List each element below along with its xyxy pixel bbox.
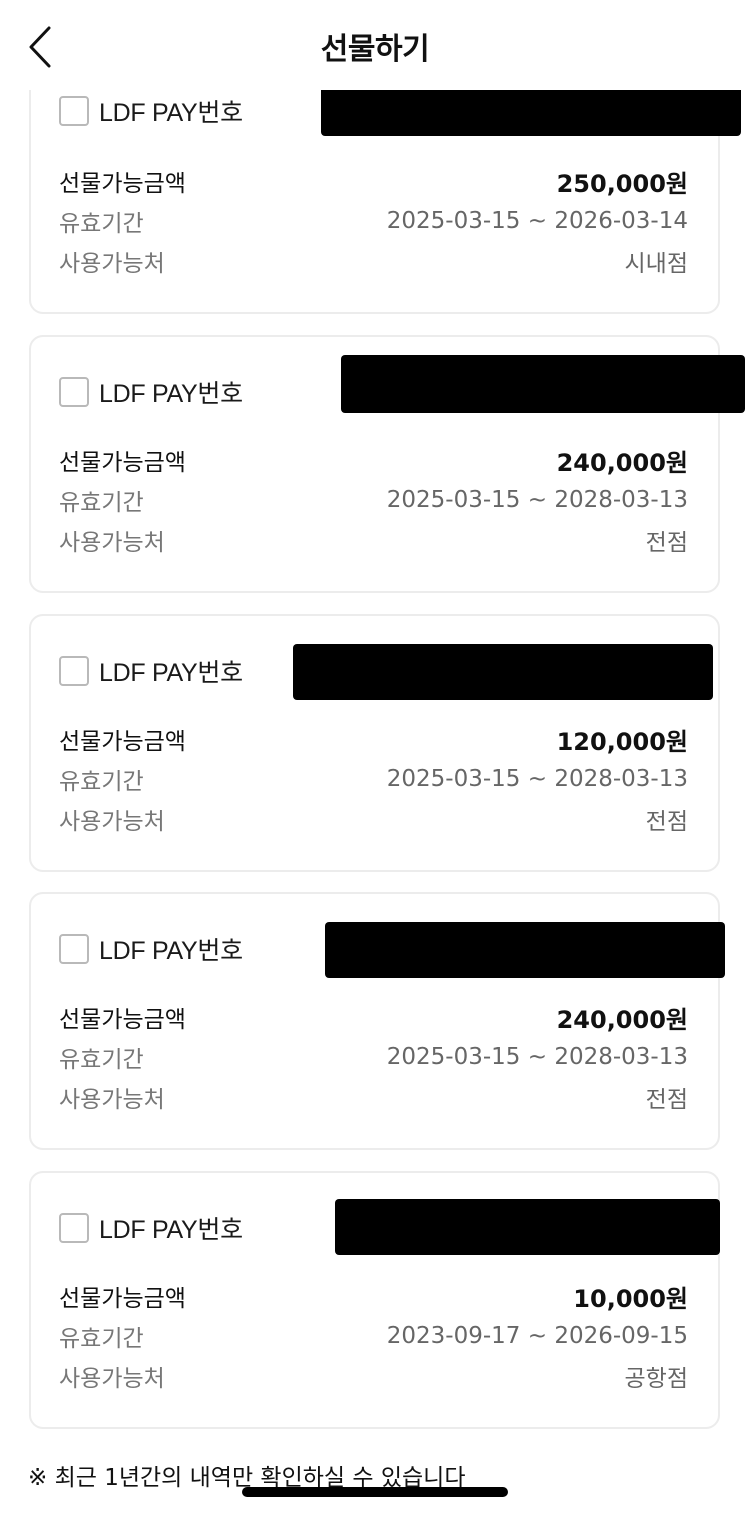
- amount-label: 선물가능금액: [59, 171, 186, 197]
- amount-row: 선물가능금액 120,000원: [59, 724, 688, 756]
- validity-label: 유효기간: [59, 1047, 144, 1073]
- top-bar: 선물하기: [0, 0, 750, 90]
- card-checkbox[interactable]: [59, 1213, 89, 1243]
- validity-row: 유효기간 2025-03-15 ~ 2028-03-13: [59, 764, 688, 795]
- amount-row: 선물가능금액 250,000원: [59, 166, 688, 198]
- gift-card-5: LDF PAY번호 선물가능금액 10,000원 유효기간 2023-09-17…: [29, 1171, 720, 1429]
- usable-row: 사용가능처 시내점: [59, 246, 688, 277]
- validity-value: 2023-09-17 ~ 2026-09-15: [386, 1323, 688, 1349]
- validity-label: 유효기간: [59, 211, 144, 237]
- amount-row: 선물가능금액 240,000원: [59, 445, 688, 477]
- redacted-pay-number: [325, 922, 725, 978]
- usable-label: 사용가능처: [59, 809, 165, 835]
- gift-screen: 선물하기 LDF PAY번호 선물가능금액 250,000원 유효기간 2025…: [0, 0, 750, 1513]
- validity-label: 유효기간: [59, 490, 144, 516]
- validity-label: 유효기간: [59, 769, 144, 795]
- usable-row: 사용가능처 전점: [59, 525, 688, 556]
- gift-card-2: LDF PAY번호 선물가능금액 240,000원 유효기간 2025-03-1…: [29, 335, 745, 593]
- card-header: LDF PAY번호: [59, 375, 243, 409]
- usable-value: 전점: [645, 1087, 688, 1113]
- validity-value: 2025-03-15 ~ 2028-03-13: [386, 1044, 688, 1070]
- card-header: LDF PAY번호: [59, 654, 243, 688]
- amount-value: 250,000원: [556, 169, 688, 198]
- pay-number-label: LDF PAY번호: [99, 659, 243, 687]
- pay-number-label: LDF PAY번호: [99, 380, 243, 408]
- amount-label: 선물가능금액: [59, 729, 186, 755]
- usable-row: 사용가능처 전점: [59, 1082, 688, 1113]
- validity-value: 2025-03-15 ~ 2026-03-14: [386, 208, 688, 234]
- pay-number-label: LDF PAY번호: [99, 99, 243, 127]
- usable-label: 사용가능처: [59, 1366, 165, 1392]
- amount-value: 120,000원: [556, 727, 688, 756]
- validity-row: 유효기간 2023-09-17 ~ 2026-09-15: [59, 1321, 688, 1352]
- page-title: 선물하기: [320, 32, 430, 67]
- pay-number-label: LDF PAY번호: [99, 937, 243, 965]
- amount-row: 선물가능금액 240,000원: [59, 1002, 688, 1034]
- usable-row: 사용가능처 공항점: [59, 1361, 688, 1392]
- card-header: LDF PAY번호: [59, 932, 243, 966]
- usable-label: 사용가능처: [59, 1087, 165, 1113]
- redacted-pay-number: [341, 355, 745, 413]
- amount-row: 선물가능금액 10,000원: [59, 1281, 688, 1313]
- card-checkbox[interactable]: [59, 377, 89, 407]
- validity-value: 2025-03-15 ~ 2028-03-13: [386, 487, 688, 513]
- pay-number-label: LDF PAY번호: [99, 1216, 243, 1244]
- gift-card-4: LDF PAY번호 선물가능금액 240,000원 유효기간 2025-03-1…: [29, 892, 725, 1150]
- card-header: LDF PAY번호: [59, 94, 243, 128]
- amount-value: 240,000원: [556, 1005, 688, 1034]
- usable-row: 사용가능처 전점: [59, 804, 688, 835]
- usable-value: 시내점: [624, 251, 688, 277]
- amount-label: 선물가능금액: [59, 1007, 186, 1033]
- amount-value: 240,000원: [556, 448, 688, 477]
- amount-label: 선물가능금액: [59, 1286, 186, 1312]
- card-header: LDF PAY번호: [59, 1211, 243, 1245]
- validity-row: 유효기간 2025-03-15 ~ 2028-03-13: [59, 1042, 688, 1073]
- usable-label: 사용가능처: [59, 530, 165, 556]
- redacted-pay-number: [335, 1199, 720, 1255]
- amount-value: 10,000원: [573, 1284, 688, 1313]
- card-checkbox[interactable]: [59, 934, 89, 964]
- card-checkbox[interactable]: [59, 656, 89, 686]
- usable-value: 전점: [645, 809, 688, 835]
- usable-value: 전점: [645, 530, 688, 556]
- redacted-pay-number: [293, 644, 713, 700]
- validity-row: 유효기간 2025-03-15 ~ 2026-03-14: [59, 206, 688, 237]
- usable-value: 공항점: [624, 1366, 688, 1392]
- validity-label: 유효기간: [59, 1326, 144, 1352]
- amount-label: 선물가능금액: [59, 450, 186, 476]
- validity-row: 유효기간 2025-03-15 ~ 2028-03-13: [59, 485, 688, 516]
- validity-value: 2025-03-15 ~ 2028-03-13: [386, 766, 688, 792]
- gift-card-3: LDF PAY번호 선물가능금액 120,000원 유효기간 2025-03-1…: [29, 614, 720, 872]
- usable-label: 사용가능처: [59, 251, 165, 277]
- home-indicator[interactable]: [242, 1487, 508, 1497]
- card-checkbox[interactable]: [59, 96, 89, 126]
